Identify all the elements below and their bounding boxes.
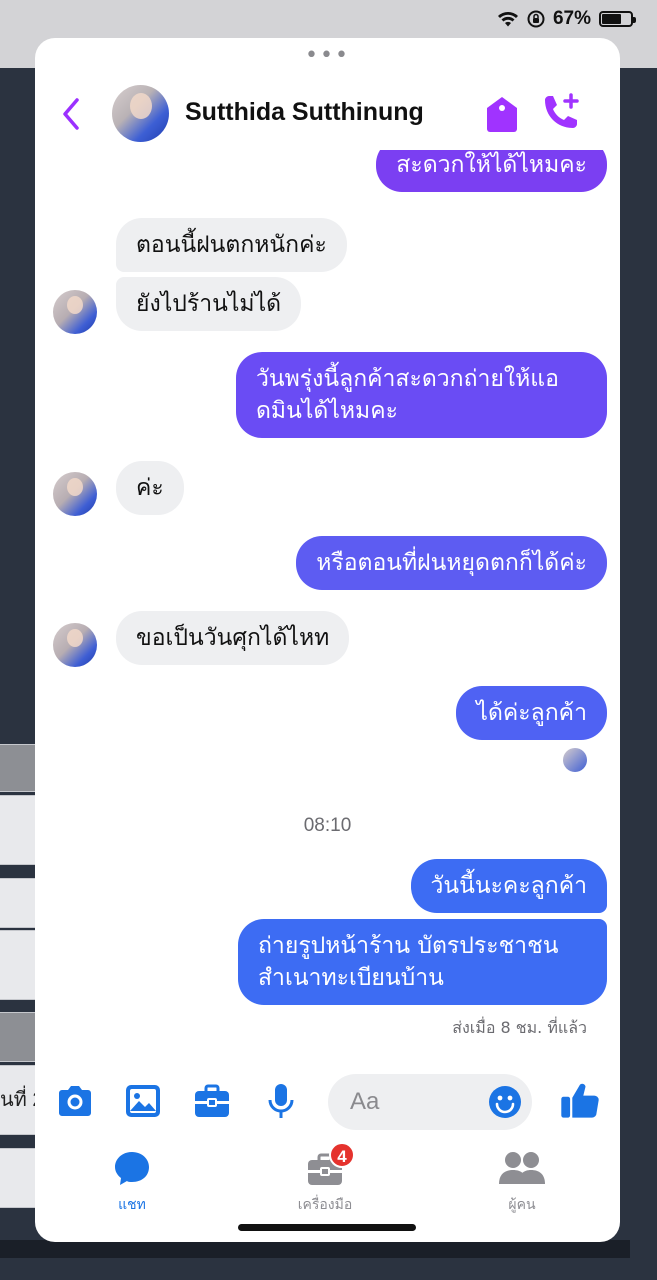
message-text: หรือตอนที่ฝนหยุดตกก็ได้ค่ะ (316, 550, 587, 576)
battery-fill (602, 14, 621, 24)
emoji-icon[interactable] (488, 1085, 522, 1119)
contact-avatar-small[interactable] (53, 290, 97, 334)
message-text: สะดวกให้ได้ไหมคะ (396, 152, 587, 178)
background-panel (0, 744, 40, 792)
contact-name[interactable]: Sutthida Sutthinung (185, 98, 424, 127)
background-panel (0, 878, 40, 928)
battery-icon (599, 11, 636, 27)
microphone-icon[interactable] (261, 1081, 301, 1121)
background-panel (0, 1148, 40, 1208)
message-bubble-outgoing[interactable]: วันพรุ่งนี้ลูกค้าสะดวกถ่ายให้แอ ดมินได้ไ… (236, 352, 607, 438)
message-text: ดมินได้ไหมคะ (256, 398, 398, 424)
tab-label: ผู้คน (508, 1197, 536, 1213)
thumbs-up-icon[interactable] (558, 1078, 602, 1122)
sheet-grabber-dots[interactable]: ••• (35, 45, 620, 67)
message-text: วันนี้นะคะลูกค้า (430, 873, 588, 899)
camera-icon[interactable] (55, 1081, 95, 1121)
message-text: ถ่ายรูปหน้าร้าน บัตรประชาชน (258, 933, 559, 959)
message-list[interactable]: สะดวกให้ได้ไหมคะ ตอนนี้ฝนตกหนักค่ะ ยังไป… (35, 150, 620, 1060)
message-bubble-incoming[interactable]: ขอเป็นวันศุกได้ไหท (116, 611, 350, 665)
contact-avatar-small[interactable] (53, 623, 97, 667)
briefcase-icon[interactable] (192, 1081, 232, 1121)
notification-badge: 4 (329, 1142, 355, 1168)
contact-avatar-small[interactable] (53, 472, 97, 516)
message-text: สำเนาทะเบียนบ้าน (258, 965, 444, 991)
message-bubble-incoming[interactable]: ค่ะ (116, 461, 184, 515)
tab-label: เครื่องมือ (297, 1197, 353, 1213)
message-input-box[interactable] (328, 1074, 532, 1130)
message-text: ได้ค่ะลูกค้า (476, 700, 587, 726)
people-icon (499, 1152, 545, 1184)
messenger-sheet: ••• Sutthida Sutthinung สะดวกให้ได้ไหมคะ… (35, 38, 620, 1242)
image-icon[interactable] (123, 1081, 163, 1121)
chat-bubble-icon (115, 1152, 149, 1185)
battery-percent: 67% (552, 8, 591, 29)
background-bottom-bar (0, 1240, 630, 1258)
message-timestamp: 08:10 (303, 815, 352, 836)
message-text: ตอนนี้ฝนตกหนักค่ะ (136, 232, 327, 258)
bottom-tab-bar: แชท 4 เครื่องมือ ผู้คน (35, 1138, 620, 1218)
back-chevron-icon[interactable] (57, 96, 87, 132)
seen-receipt-avatar (563, 748, 587, 772)
background-panel (0, 1012, 40, 1062)
message-text: วันพรุ่งนี้ลูกค้าสะดวกถ่ายให้แอ (256, 366, 559, 392)
tag-icon[interactable] (483, 94, 521, 134)
message-text: ยังไปร้านไม่ได้ (136, 291, 282, 317)
status-bar: 67% (497, 6, 636, 32)
message-bubble-incoming[interactable]: ยังไปร้านไม่ได้ (116, 277, 302, 331)
home-indicator[interactable] (238, 1224, 416, 1231)
contact-avatar[interactable] (112, 85, 169, 142)
background-side-text: นที่ 2 (0, 1089, 40, 1111)
message-text: ขอเป็นวันศุกได้ไหท (136, 625, 330, 651)
message-text: ค่ะ (136, 475, 164, 501)
message-bubble-outgoing[interactable]: สะดวกให้ได้ไหมคะ (376, 150, 607, 192)
message-composer (35, 1068, 620, 1134)
message-bubble-outgoing[interactable]: ได้ค่ะลูกค้า (456, 686, 607, 740)
background-panel (0, 930, 40, 1000)
tab-chats[interactable]: แชท (72, 1150, 192, 1220)
add-call-icon[interactable] (539, 92, 583, 134)
message-bubble-outgoing[interactable]: วันนี้นะคะลูกค้า (410, 859, 607, 913)
background-panel (0, 795, 40, 865)
sent-status: ส่งเมื่อ 8 ชม. ที่แล้ว (452, 1018, 587, 1037)
tab-people[interactable]: ผู้คน (462, 1150, 582, 1220)
message-bubble-outgoing[interactable]: ถ่ายรูปหน้าร้าน บัตรประชาชน สำเนาทะเบียน… (238, 919, 607, 1005)
tab-tools[interactable]: 4 เครื่องมือ (265, 1142, 385, 1220)
message-input[interactable] (350, 1086, 480, 1118)
orientation-lock-icon (527, 10, 545, 28)
message-bubble-incoming[interactable]: ตอนนี้ฝนตกหนักค่ะ (116, 218, 347, 272)
wifi-icon (497, 12, 518, 27)
tab-label: แชท (118, 1197, 146, 1213)
toolbox-icon-wrap: 4 (305, 1142, 355, 1188)
message-bubble-outgoing[interactable]: หรือตอนที่ฝนหยุดตกก็ได้ค่ะ (296, 536, 607, 590)
chat-header: Sutthida Sutthinung (35, 78, 620, 150)
